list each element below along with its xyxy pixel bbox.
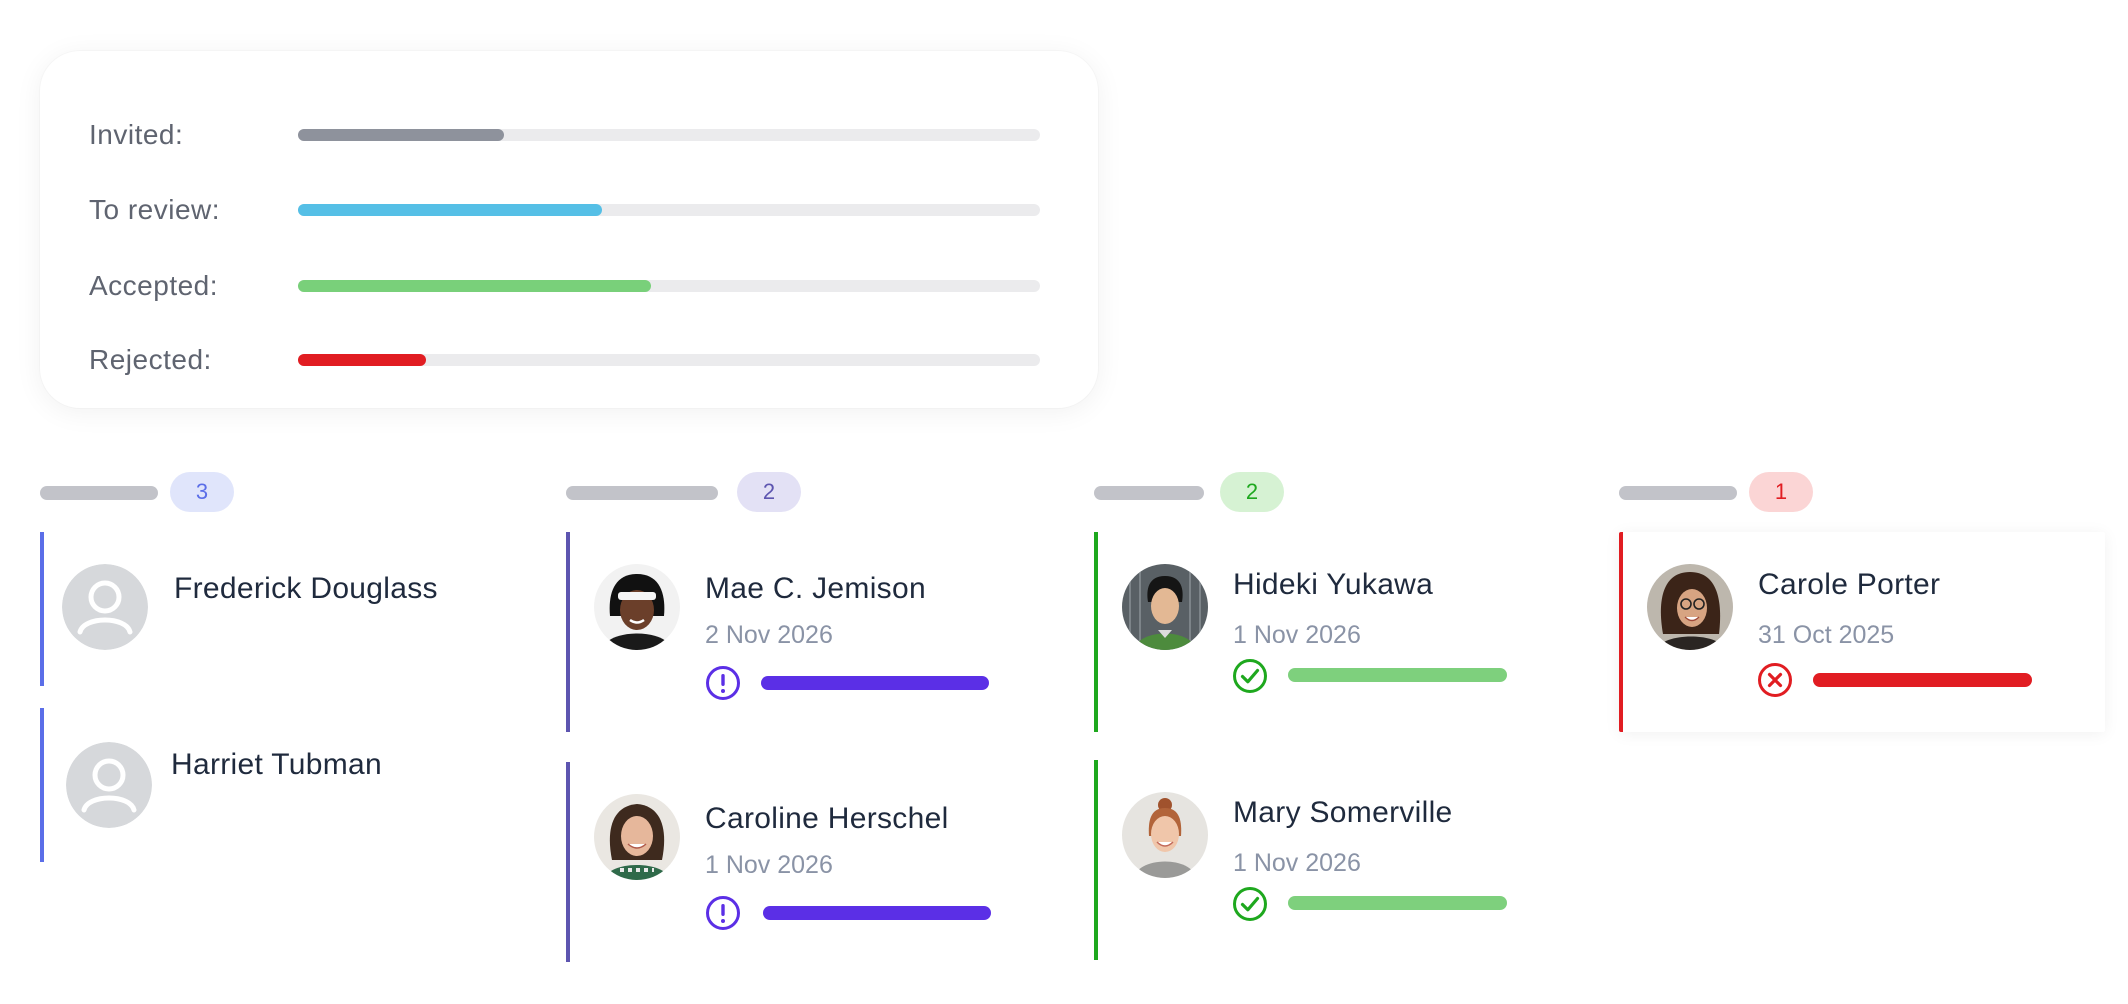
summary-row-to-review: To review:	[40, 190, 1098, 230]
candidate-name[interactable]: Mae C. Jemison	[705, 572, 926, 606]
avatar	[594, 794, 680, 880]
status-progress-bar	[1288, 896, 1507, 910]
placeholder-avatar-icon	[62, 564, 148, 650]
count-badge: 2	[1220, 472, 1284, 512]
candidate-date: 31 Oct 2025	[1758, 621, 1895, 649]
candidate-card[interactable]: Frederick Douglass	[40, 532, 540, 686]
progress-track	[298, 204, 1040, 216]
candidate-card[interactable]: Harriet Tubman	[40, 708, 540, 862]
candidate-name[interactable]: Frederick Douglass	[174, 572, 438, 606]
candidate-name[interactable]: Harriet Tubman	[171, 748, 382, 782]
candidate-card[interactable]: Caroline Herschel 1 Nov 2026	[566, 762, 1066, 962]
summary-row-invited: Invited:	[40, 115, 1098, 155]
status-progress-bar	[761, 676, 989, 690]
x-circle-icon	[1757, 662, 1793, 698]
column-header: 1	[1619, 472, 2119, 512]
check-circle-icon	[1232, 886, 1268, 922]
column-title-placeholder	[40, 486, 158, 500]
candidate-card[interactable]: Mae C. Jemison 2 Nov 2026	[566, 532, 1066, 732]
summary-label: Accepted:	[89, 270, 219, 301]
column-header: 3	[40, 472, 540, 512]
status-progress-bar	[1813, 673, 2032, 687]
column-title-placeholder	[1619, 486, 1737, 500]
candidate-date: 1 Nov 2026	[705, 851, 833, 879]
avatar	[1122, 792, 1208, 878]
summary-panel: Invited: To review: Accepted: Rejected:	[40, 51, 1098, 408]
candidate-name[interactable]: Carole Porter	[1758, 568, 1940, 602]
count-badge: 1	[1749, 472, 1813, 512]
count-badge: 3	[170, 472, 234, 512]
column-title-placeholder	[1094, 486, 1204, 500]
summary-row-rejected: Rejected:	[40, 340, 1098, 380]
column-title-placeholder	[566, 486, 718, 500]
candidate-name[interactable]: Mary Somerville	[1233, 796, 1453, 830]
column-header: 2	[1094, 472, 1594, 512]
status-progress-bar	[763, 906, 991, 920]
candidate-card[interactable]: Mary Somerville 1 Nov 2026	[1094, 760, 1594, 960]
avatar	[1122, 564, 1208, 650]
column-to-review: 2 Mae C. Jemison 2 Nov 2026 Caroline Her…	[566, 472, 1066, 962]
progress-track	[298, 280, 1040, 292]
check-circle-icon	[1232, 658, 1268, 694]
summary-row-accepted: Accepted:	[40, 266, 1098, 306]
summary-label: Rejected:	[89, 344, 212, 375]
progress-track	[298, 129, 1040, 141]
candidate-date: 1 Nov 2026	[1233, 849, 1361, 877]
column-invited: 3 Frederick Douglass Harriet Tubman	[40, 472, 540, 862]
progress-fill-invited	[298, 129, 504, 141]
candidate-date: 2 Nov 2026	[705, 621, 833, 649]
exclamation-circle-icon	[705, 665, 741, 701]
candidate-card[interactable]: Hideki Yukawa 1 Nov 2026	[1094, 532, 1594, 732]
placeholder-avatar-icon	[66, 742, 152, 828]
progress-fill-to-review	[298, 204, 603, 216]
avatar	[594, 564, 680, 650]
column-rejected: 1 Carole Porter 31 Oct 2025	[1619, 472, 2119, 732]
status-progress-bar	[1288, 668, 1507, 682]
summary-label: To review:	[89, 194, 221, 225]
avatar	[1647, 564, 1733, 650]
progress-track	[298, 354, 1040, 366]
exclamation-circle-icon	[705, 895, 741, 931]
column-header: 2	[566, 472, 1066, 512]
summary-label: Invited:	[89, 119, 184, 150]
candidate-name[interactable]: Caroline Herschel	[705, 802, 949, 836]
candidate-name[interactable]: Hideki Yukawa	[1233, 568, 1433, 602]
candidate-date: 1 Nov 2026	[1233, 621, 1361, 649]
progress-fill-rejected	[298, 354, 426, 366]
column-accepted: 2 Hideki Yukawa 1 Nov 2026 Mary Somervil…	[1094, 472, 1594, 960]
count-badge: 2	[737, 472, 801, 512]
progress-fill-accepted	[298, 280, 652, 292]
candidate-card[interactable]: Carole Porter 31 Oct 2025	[1619, 532, 2105, 732]
